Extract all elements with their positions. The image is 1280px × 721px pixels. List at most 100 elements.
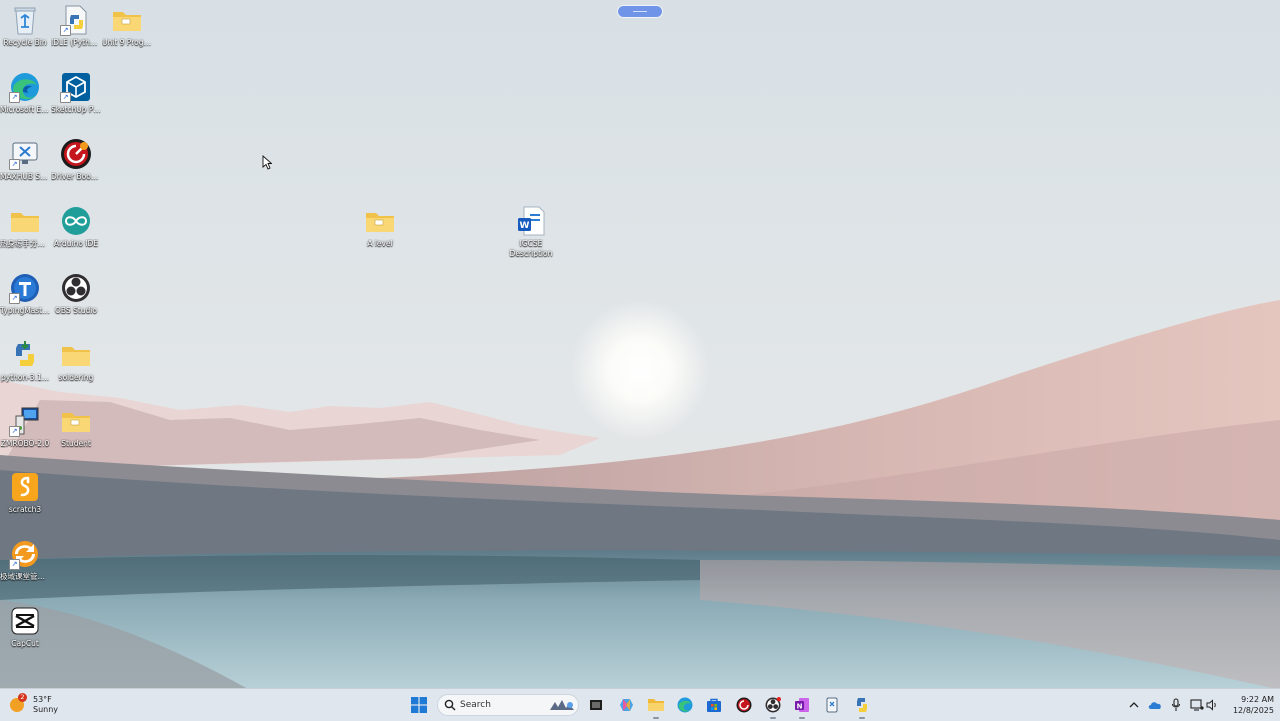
microphone-icon [1171, 698, 1181, 711]
tray-microphone[interactable] [1168, 696, 1184, 714]
taskbar-copilot[interactable] [616, 694, 638, 716]
obs-studio-icon [62, 274, 90, 302]
svg-text:N: N [797, 703, 803, 711]
desktop-icon-obs-studio[interactable]: OBS Studio [51, 272, 101, 316]
onedrive-cloud-icon [1148, 702, 1161, 709]
folder-icon [62, 413, 90, 432]
desktop-icon-label: Microsoft Edge [0, 105, 50, 114]
desktop-icon-label: Recycle Bin [3, 38, 47, 47]
weather-condition: Sunny [33, 705, 59, 714]
folder-icon [62, 347, 90, 366]
maxhub-share-icon [826, 697, 838, 713]
word-document-icon: W [518, 206, 545, 236]
search-label: Search [460, 700, 491, 710]
desktop-icon-label: ZMROBO-2.0 [0, 439, 50, 448]
desktop-icon-label: python-3.1... [0, 373, 50, 382]
desktop-icon-label: Unit 9 Programs [102, 38, 152, 47]
desktop-icon-driver-booster[interactable]: Driver Booster 13 [51, 138, 101, 182]
onenote-icon: N [795, 698, 809, 712]
running-indicator [653, 717, 659, 719]
desktop-icon-zmrobo[interactable]: ↗ ZMROBO-2.0 [0, 405, 50, 449]
driver-booster-icon [61, 139, 91, 169]
weather-temperature: 53°F [33, 695, 52, 704]
taskbar-clock[interactable]: 9:22 AM 12/8/2025 [1222, 694, 1274, 716]
taskbar-python-idle[interactable] [851, 694, 873, 719]
desktop-icon-label: TypingMaster... [0, 306, 50, 315]
desktop-icon-folder-20[interactable]: 热身练手分享卡片 20... [0, 205, 50, 249]
taskbar-file-explorer[interactable] [645, 694, 667, 719]
taskbar-task-view[interactable] [585, 694, 607, 716]
tray-volume[interactable] [1204, 696, 1220, 714]
desktop-wallpaper [0, 0, 1280, 720]
desktop-icon-maxhub-share[interactable]: ↗ MAXHUB Share [0, 138, 50, 182]
taskbar-search-box[interactable]: Search [437, 694, 579, 716]
running-indicator [770, 717, 776, 719]
driver-booster-icon [736, 697, 752, 713]
desktop-icon-scratch3[interactable]: scratch3 [0, 471, 50, 515]
shortcut-arrow-icon: ↗ [9, 426, 20, 437]
running-indicator [859, 717, 865, 719]
desktop-icon-igcse-description[interactable]: W IGCSE Description [506, 205, 556, 258]
desktop-icon-label: Driver Booster 13 [51, 172, 101, 181]
taskbar-onenote[interactable]: N [791, 694, 813, 719]
tray-display-network[interactable] [1189, 696, 1205, 714]
desktop-icon-soldering[interactable]: soldering [51, 339, 101, 383]
desktop-icon-label: 热身练手分享卡片 20... [0, 239, 50, 248]
chevron-up-icon [1129, 702, 1139, 708]
microsoft-store-icon [707, 698, 721, 712]
folder-icon [11, 213, 39, 232]
weather-badge: 2 [18, 693, 27, 702]
weather-widget[interactable]: 2 53°F Sunny [10, 693, 58, 717]
taskbar-microsoft-edge[interactable] [674, 694, 696, 716]
desktop-icon-label: SketchUp Pro 2021 [51, 105, 101, 114]
desktop-icon-label: 极域课堂管理系统软... [0, 572, 50, 581]
taskbar-microsoft-store[interactable] [703, 694, 725, 716]
show-hidden-icons-button[interactable] [1126, 696, 1142, 714]
clock-date: 12/8/2025 [1232, 706, 1274, 715]
shortcut-arrow-icon: ↗ [9, 92, 20, 103]
python-installer-icon [16, 341, 34, 366]
desktop-icon-label: A level [367, 239, 393, 248]
desktop-icon-label: scratch3 [8, 505, 42, 514]
volume-icon [1206, 699, 1216, 711]
taskbar-obs-studio[interactable] [762, 694, 784, 719]
copilot-icon [620, 699, 633, 711]
clock-time: 9:22 AM [1241, 695, 1274, 704]
desktop-icon-capcut[interactable]: CapCut [0, 605, 50, 649]
arduino-icon [62, 207, 90, 235]
desktop-icon-label: soldering [58, 373, 94, 382]
capcut-icon [11, 607, 39, 635]
desktop-icon-sketchup[interactable]: ↗ SketchUp Pro 2021 [51, 71, 101, 115]
desktop-icon-label: OBS Studio [55, 306, 97, 315]
shortcut-arrow-icon: ↗ [9, 293, 20, 304]
desktop-icon-python-installer[interactable]: python-3.1... [0, 339, 50, 383]
desktop-icon-label: Arduino IDE [53, 239, 99, 248]
desktop-icon-label: Student [61, 439, 91, 448]
desktop-icon-arduino-ide[interactable]: Arduino IDE [51, 205, 101, 249]
desktop-icon-a-level[interactable]: A level [355, 205, 405, 249]
snap-layout-handle[interactable] [618, 6, 662, 17]
desktop-icon-student[interactable]: Student [51, 405, 101, 449]
desktop-icon-classroom-manager[interactable]: ↗ 极域课堂管理系统软... [0, 538, 50, 582]
desktop-icon-microsoft-edge[interactable]: ↗ Microsoft Edge [0, 71, 50, 115]
desktop-icon-label: CapCut [11, 639, 39, 648]
windows-logo-icon [411, 697, 427, 713]
desktop-icon-python-idle[interactable]: ↗ IDLE (Python 3.10 64-bit) [51, 4, 101, 48]
search-highlight-icon [550, 700, 574, 710]
mouse-pointer-icon [262, 155, 272, 170]
desktop-icon-label: IGCSE Description [509, 239, 553, 258]
display-network-icon [1190, 699, 1204, 711]
shortcut-arrow-icon: ↗ [9, 159, 20, 170]
start-button[interactable] [408, 694, 430, 716]
taskbar-driver-booster[interactable] [733, 694, 755, 716]
shortcut-arrow-icon: ↗ [60, 92, 71, 103]
desktop-icon-typingmaster[interactable]: ↗ TypingMaster... [0, 272, 50, 316]
taskbar-maxhub-share[interactable] [821, 694, 843, 716]
recycle-bin-icon [14, 7, 36, 35]
desktop-icon-recycle-bin[interactable]: Recycle Bin [0, 4, 50, 48]
desktop-icon-unit-9-programs[interactable]: Unit 9 Programs [102, 4, 152, 48]
edge-icon [677, 697, 693, 713]
file-explorer-icon [648, 699, 664, 711]
tray-onedrive[interactable] [1147, 696, 1163, 714]
shortcut-arrow-icon: ↗ [60, 25, 71, 36]
